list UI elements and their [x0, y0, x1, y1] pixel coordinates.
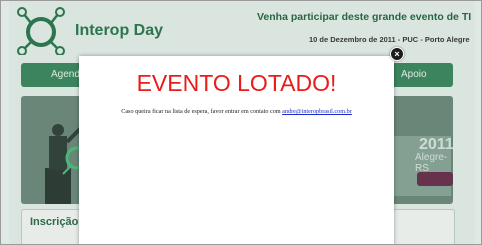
sold-out-modal: EVENTO LOTADO! Caso queira ficar na list… [79, 56, 394, 244]
close-icon[interactable]: × [390, 47, 404, 61]
modal-message-text: Caso queira ficar na lista de espera, fa… [121, 108, 281, 115]
browser-viewport: Interop Day Venha participar deste grand… [0, 0, 482, 245]
modal-title: EVENTO LOTADO! [136, 70, 337, 96]
contact-email-link[interactable]: andre@interopbrasil.com.br [282, 108, 352, 115]
modal-message: Caso queira ficar na lista de espera, fa… [79, 108, 394, 115]
